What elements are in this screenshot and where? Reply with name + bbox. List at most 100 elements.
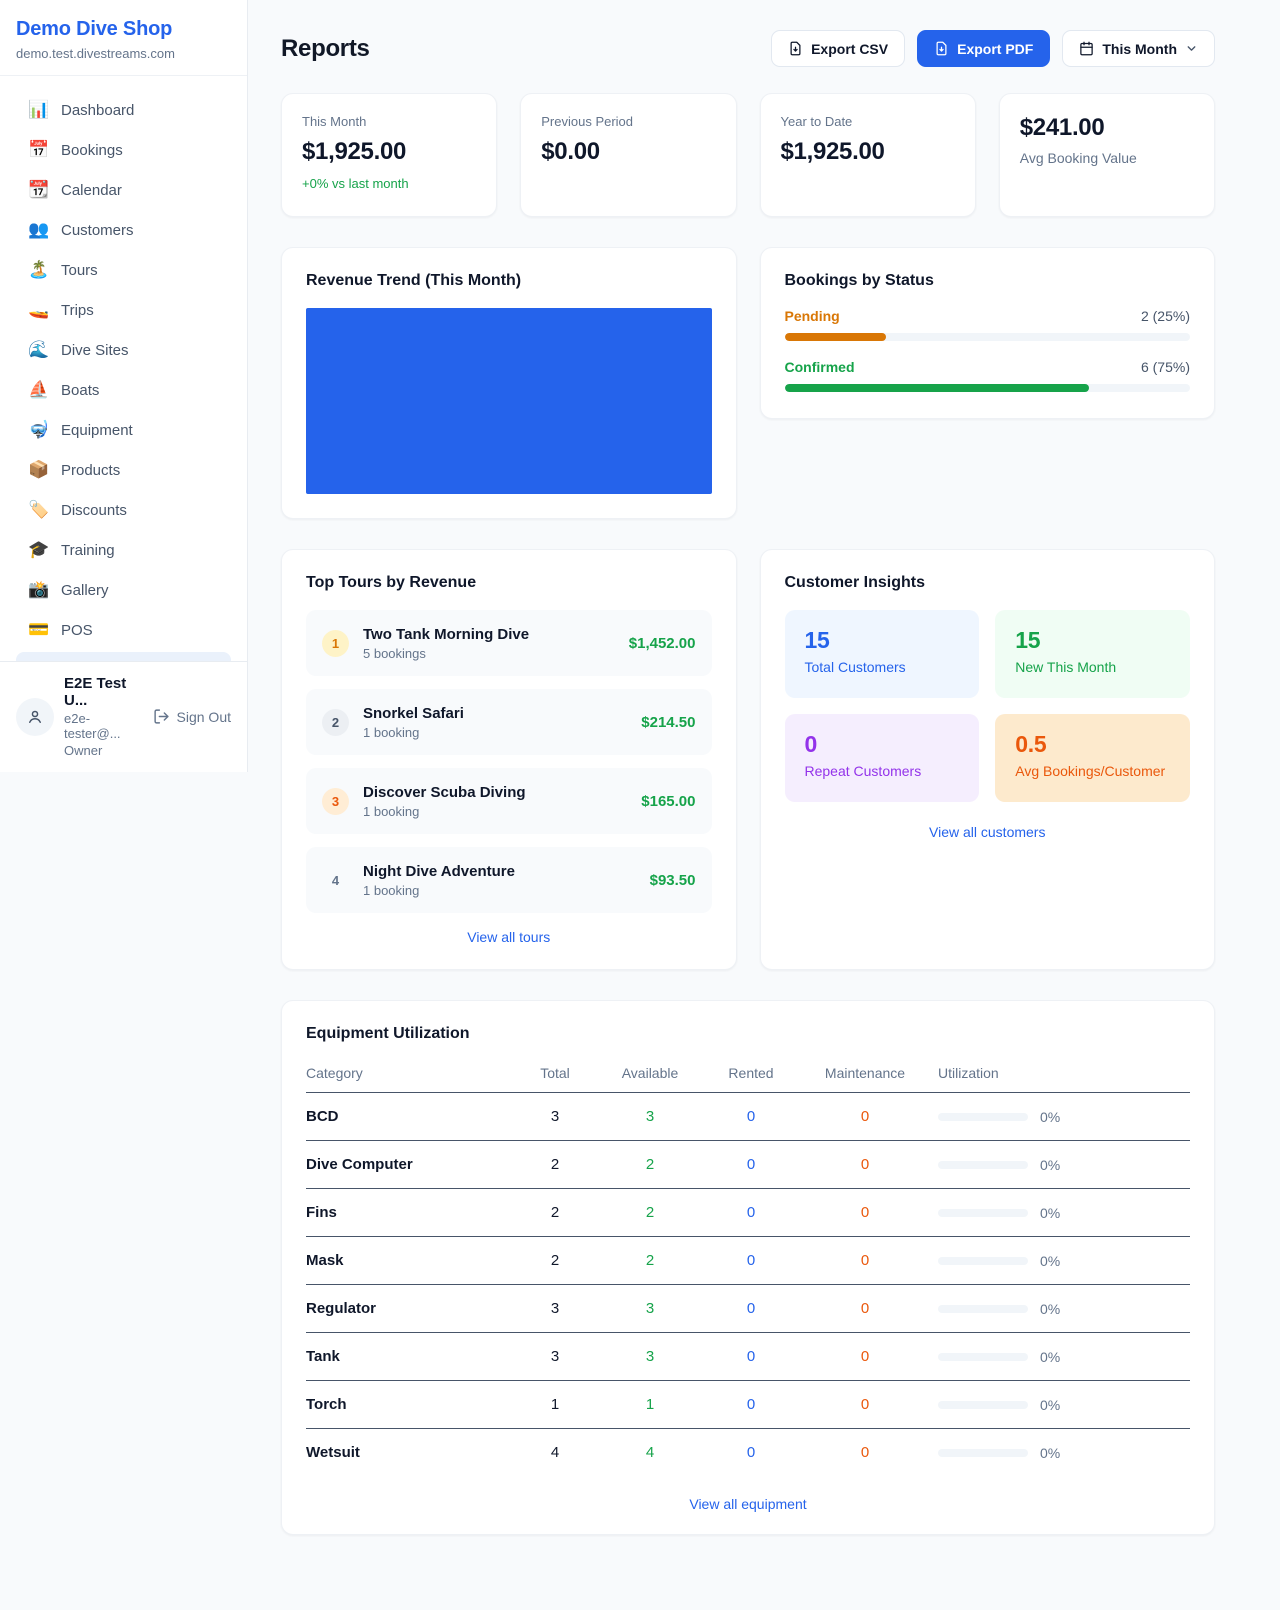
cell-utilization: 0% xyxy=(938,1397,1190,1413)
utilization-bar-track xyxy=(938,1353,1028,1361)
calendar-icon xyxy=(1079,41,1094,56)
col-header-available: Available xyxy=(600,1057,700,1093)
sidebar-item-bookings[interactable]: 📅 Bookings xyxy=(16,130,231,170)
tour-revenue: $165.00 xyxy=(641,793,695,810)
sidebar: Demo Dive Shop demo.test.divestreams.com… xyxy=(0,0,248,772)
sidebar-item-dive-sites[interactable]: 🌊 Dive Sites xyxy=(16,330,231,370)
sidebar-item-label: Boats xyxy=(61,382,99,399)
tour-bookings: 1 booking xyxy=(363,804,627,819)
training-grad-cap-icon: 🎓 xyxy=(28,540,48,560)
sidebar-item-label: Gallery xyxy=(61,582,109,599)
sidebar-item-customers[interactable]: 👥 Customers xyxy=(16,210,231,250)
page-title: Reports xyxy=(281,35,370,63)
sidebar-item-gallery[interactable]: 📸 Gallery xyxy=(16,570,231,610)
table-row: Wetsuit 4 4 0 0 0% xyxy=(306,1429,1190,1477)
utilization-percent: 0% xyxy=(1040,1349,1060,1365)
sidebar-item-pos[interactable]: 💳 POS xyxy=(16,610,231,650)
status-row-pending: Pending 2 (25%) xyxy=(785,308,1191,341)
sidebar-nav: 📊 Dashboard 📅 Bookings 📆 Calendar 👥 Cust… xyxy=(0,76,247,661)
utilization-bar-track xyxy=(938,1113,1028,1121)
table-row: Torch 1 1 0 0 0% xyxy=(306,1381,1190,1429)
view-all-tours-link[interactable]: View all tours xyxy=(306,929,712,945)
revenue-trend-card: Revenue Trend (This Month) xyxy=(281,247,737,519)
brand-domain: demo.test.divestreams.com xyxy=(16,46,231,61)
col-header-utilization: Utilization xyxy=(928,1057,1190,1093)
cell-rented: 0 xyxy=(700,1285,802,1333)
cell-category: Mask xyxy=(306,1237,510,1285)
sidebar-item-reports-active-partial[interactable] xyxy=(16,652,231,661)
status-bar-fill-confirmed xyxy=(785,384,1089,392)
tile-label: Total Customers xyxy=(805,659,960,675)
sidebar-item-label: Training xyxy=(61,542,115,559)
table-row: Regulator 3 3 0 0 0% xyxy=(306,1285,1190,1333)
cell-rented: 0 xyxy=(700,1429,802,1477)
export-csv-button[interactable]: Export CSV xyxy=(771,30,905,67)
stat-card-avg-booking-value: $241.00 Avg Booking Value xyxy=(999,93,1215,217)
status-bar-track xyxy=(785,384,1191,392)
sidebar-item-label: Equipment xyxy=(61,422,133,439)
table-row: Tank 3 3 0 0 0% xyxy=(306,1333,1190,1381)
table-row: Dive Computer 2 2 0 0 0% xyxy=(306,1141,1190,1189)
view-all-customers-link[interactable]: View all customers xyxy=(785,824,1191,840)
cell-utilization: 0% xyxy=(938,1445,1190,1461)
cell-category: Torch xyxy=(306,1381,510,1429)
utilization-percent: 0% xyxy=(1040,1205,1060,1221)
cell-available: 3 xyxy=(600,1285,700,1333)
tile-label: Repeat Customers xyxy=(805,763,960,779)
sidebar-item-label: Tours xyxy=(61,262,98,279)
tile-repeat-customers: 0 Repeat Customers xyxy=(785,714,980,802)
app-root: Demo Dive Shop demo.test.divestreams.com… xyxy=(0,0,1280,1575)
rank-badge: 1 xyxy=(322,630,349,657)
sidebar-item-products[interactable]: 📦 Products xyxy=(16,450,231,490)
tour-meta: Snorkel Safari 1 booking xyxy=(363,705,627,740)
tile-label: New This Month xyxy=(1015,659,1170,675)
sidebar-item-equipment[interactable]: 🤿 Equipment xyxy=(16,410,231,450)
sidebar-item-label: Products xyxy=(61,462,120,479)
sidebar-item-discounts[interactable]: 🏷️ Discounts xyxy=(16,490,231,530)
sidebar-item-tours[interactable]: 🏝️ Tours xyxy=(16,250,231,290)
tile-value: 0.5 xyxy=(1015,731,1170,758)
cell-utilization: 0% xyxy=(938,1109,1190,1125)
discounts-tag-icon: 🏷️ xyxy=(28,500,48,520)
tour-revenue: $214.50 xyxy=(641,714,695,731)
tour-revenue: $1,452.00 xyxy=(629,635,696,652)
stat-change: +0% vs last month xyxy=(302,176,476,191)
sign-out-button[interactable]: Sign Out xyxy=(153,708,231,725)
period-selector[interactable]: This Month xyxy=(1062,30,1215,67)
utilization-percent: 0% xyxy=(1040,1109,1060,1125)
cell-maintenance: 0 xyxy=(802,1093,928,1141)
tile-total-customers: 15 Total Customers xyxy=(785,610,980,698)
cell-utilization: 0% xyxy=(938,1205,1190,1221)
sidebar-item-boats[interactable]: ⛵ Boats xyxy=(16,370,231,410)
sidebar-item-calendar[interactable]: 📆 Calendar xyxy=(16,170,231,210)
rank-badge: 2 xyxy=(322,709,349,736)
status-row-confirmed: Confirmed 6 (75%) xyxy=(785,359,1191,392)
tour-row: 3 Discover Scuba Diving 1 booking $165.0… xyxy=(306,768,712,834)
file-download-icon xyxy=(934,41,949,56)
top-tours-title: Top Tours by Revenue xyxy=(306,574,712,592)
cell-rented: 0 xyxy=(700,1381,802,1429)
cell-total: 2 xyxy=(510,1237,600,1285)
utilization-percent: 0% xyxy=(1040,1397,1060,1413)
bookings-by-status-card: Bookings by Status Pending 2 (25%) Confi… xyxy=(760,247,1216,419)
col-header-category: Category xyxy=(306,1057,510,1093)
sidebar-item-label: Bookings xyxy=(61,142,123,159)
stat-value: $1,925.00 xyxy=(781,138,955,166)
utilization-percent: 0% xyxy=(1040,1253,1060,1269)
cell-total: 3 xyxy=(510,1093,600,1141)
dive-sites-wave-icon: 🌊 xyxy=(28,340,48,360)
sidebar-item-training[interactable]: 🎓 Training xyxy=(16,530,231,570)
sidebar-item-label: Dashboard xyxy=(61,102,134,119)
customer-insights-card: Customer Insights 15 Total Customers 15 … xyxy=(760,549,1216,970)
sidebar-item-label: POS xyxy=(61,622,93,639)
sidebar-item-dashboard[interactable]: 📊 Dashboard xyxy=(16,90,231,130)
cell-utilization: 0% xyxy=(938,1301,1190,1317)
cell-utilization: 0% xyxy=(938,1157,1190,1173)
stat-label: Year to Date xyxy=(781,114,955,129)
export-csv-label: Export CSV xyxy=(811,41,888,57)
sidebar-item-trips[interactable]: 🚤 Trips xyxy=(16,290,231,330)
brand-block: Demo Dive Shop demo.test.divestreams.com xyxy=(0,0,247,76)
sign-out-label: Sign Out xyxy=(177,709,231,725)
view-all-equipment-link[interactable]: View all equipment xyxy=(306,1496,1190,1512)
export-pdf-button[interactable]: Export PDF xyxy=(917,30,1050,67)
